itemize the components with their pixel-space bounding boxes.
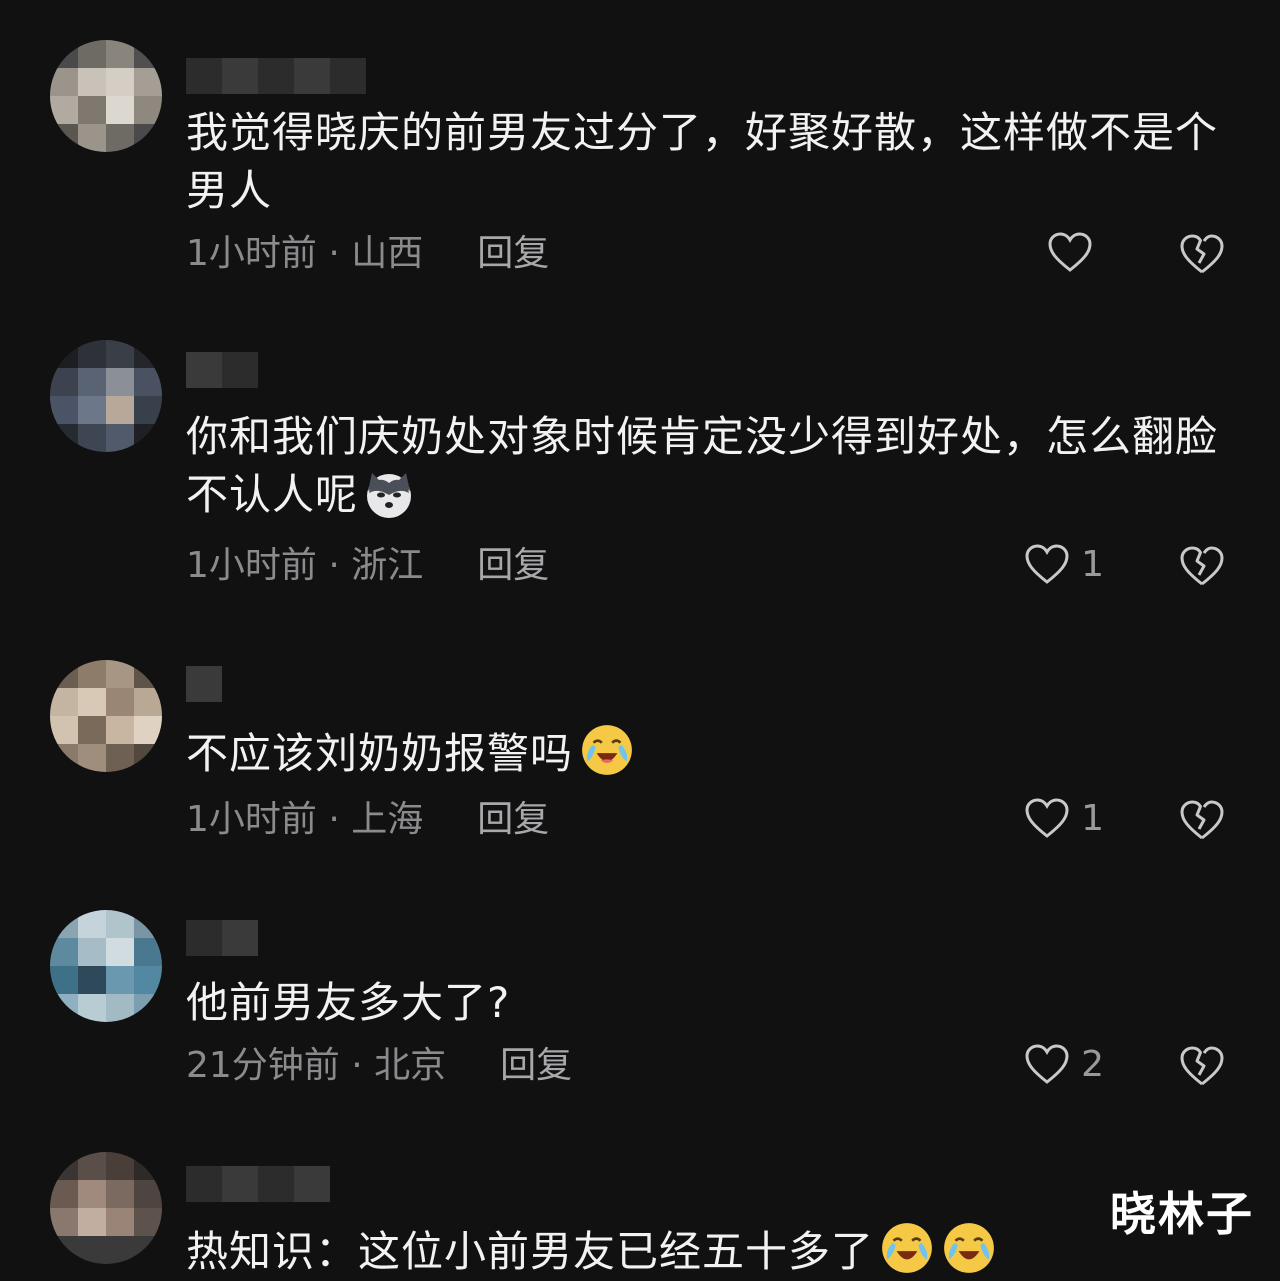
username-redacted[interactable] <box>186 58 366 94</box>
comment-meta: 1小时前 · 上海 回复 <box>186 800 549 840</box>
comment-time-location: 1小时前 · 浙江 <box>186 545 424 586</box>
husky-emoji-icon <box>367 473 412 518</box>
comment-meta: 1小时前 · 山西 回复 <box>186 234 549 274</box>
comment-time-location: 21分钟前 · 北京 <box>186 1045 447 1086</box>
like-button[interactable]: 1 <box>1023 542 1104 586</box>
like-button[interactable]: 1 <box>1023 796 1104 840</box>
like-button[interactable]: 2 <box>1023 1042 1104 1086</box>
username-redacted[interactable] <box>186 1166 330 1202</box>
comment-text: 热知识：这位小前男友已经五十多了 <box>186 1220 998 1281</box>
broken-heart-icon <box>1180 546 1224 586</box>
comment-text: 你和我们庆奶处对象时候肯定没少得到好处，怎么翻脸不认人呢 <box>186 412 1219 519</box>
avatar[interactable] <box>50 40 162 152</box>
watermark: 晓林子 <box>1110 1187 1254 1241</box>
comment-meta: 21分钟前 · 北京 回复 <box>186 1046 572 1086</box>
reply-button[interactable]: 回复 <box>477 546 549 586</box>
laugh-cry-emoji-icon <box>582 725 632 775</box>
like-count: 1 <box>1081 797 1104 839</box>
laugh-cry-emoji-icon <box>882 1223 932 1273</box>
reply-button[interactable]: 回复 <box>477 234 549 274</box>
dislike-button[interactable] <box>1178 544 1226 592</box>
dislike-button[interactable] <box>1178 232 1226 280</box>
dislike-button[interactable] <box>1178 798 1226 846</box>
like-count: 2 <box>1081 1043 1104 1085</box>
avatar[interactable] <box>50 910 162 1022</box>
dislike-button[interactable] <box>1178 1044 1226 1092</box>
comment-time-location: 1小时前 · 山西 <box>186 233 424 274</box>
heart-icon <box>1048 232 1092 272</box>
comment-meta: 1小时前 · 浙江 回复 <box>186 546 549 586</box>
like-count: 1 <box>1081 543 1104 585</box>
heart-icon <box>1025 544 1069 584</box>
username-redacted[interactable] <box>186 666 222 702</box>
broken-heart-icon <box>1180 1046 1224 1086</box>
reply-button[interactable]: 回复 <box>477 800 549 840</box>
comment-text: 他前男友多大了? <box>186 978 511 1027</box>
like-button[interactable] <box>1046 230 1104 274</box>
avatar[interactable] <box>50 340 162 452</box>
comment-time-location: 1小时前 · 上海 <box>186 799 424 840</box>
heart-icon <box>1025 1044 1069 1084</box>
broken-heart-icon <box>1180 234 1224 274</box>
avatar[interactable] <box>50 660 162 772</box>
laugh-cry-emoji-icon <box>944 1223 994 1273</box>
heart-icon <box>1025 798 1069 838</box>
broken-heart-icon <box>1180 800 1224 840</box>
username-redacted[interactable] <box>186 352 258 388</box>
avatar[interactable] <box>50 1152 162 1264</box>
comment-text: 不应该刘奶奶报警吗 <box>186 722 1236 783</box>
username-redacted[interactable] <box>186 920 258 956</box>
reply-button[interactable]: 回复 <box>500 1046 572 1086</box>
comment-text: 我觉得晓庆的前男友过分了，好聚好散，这样做不是个男人 <box>186 108 1219 215</box>
